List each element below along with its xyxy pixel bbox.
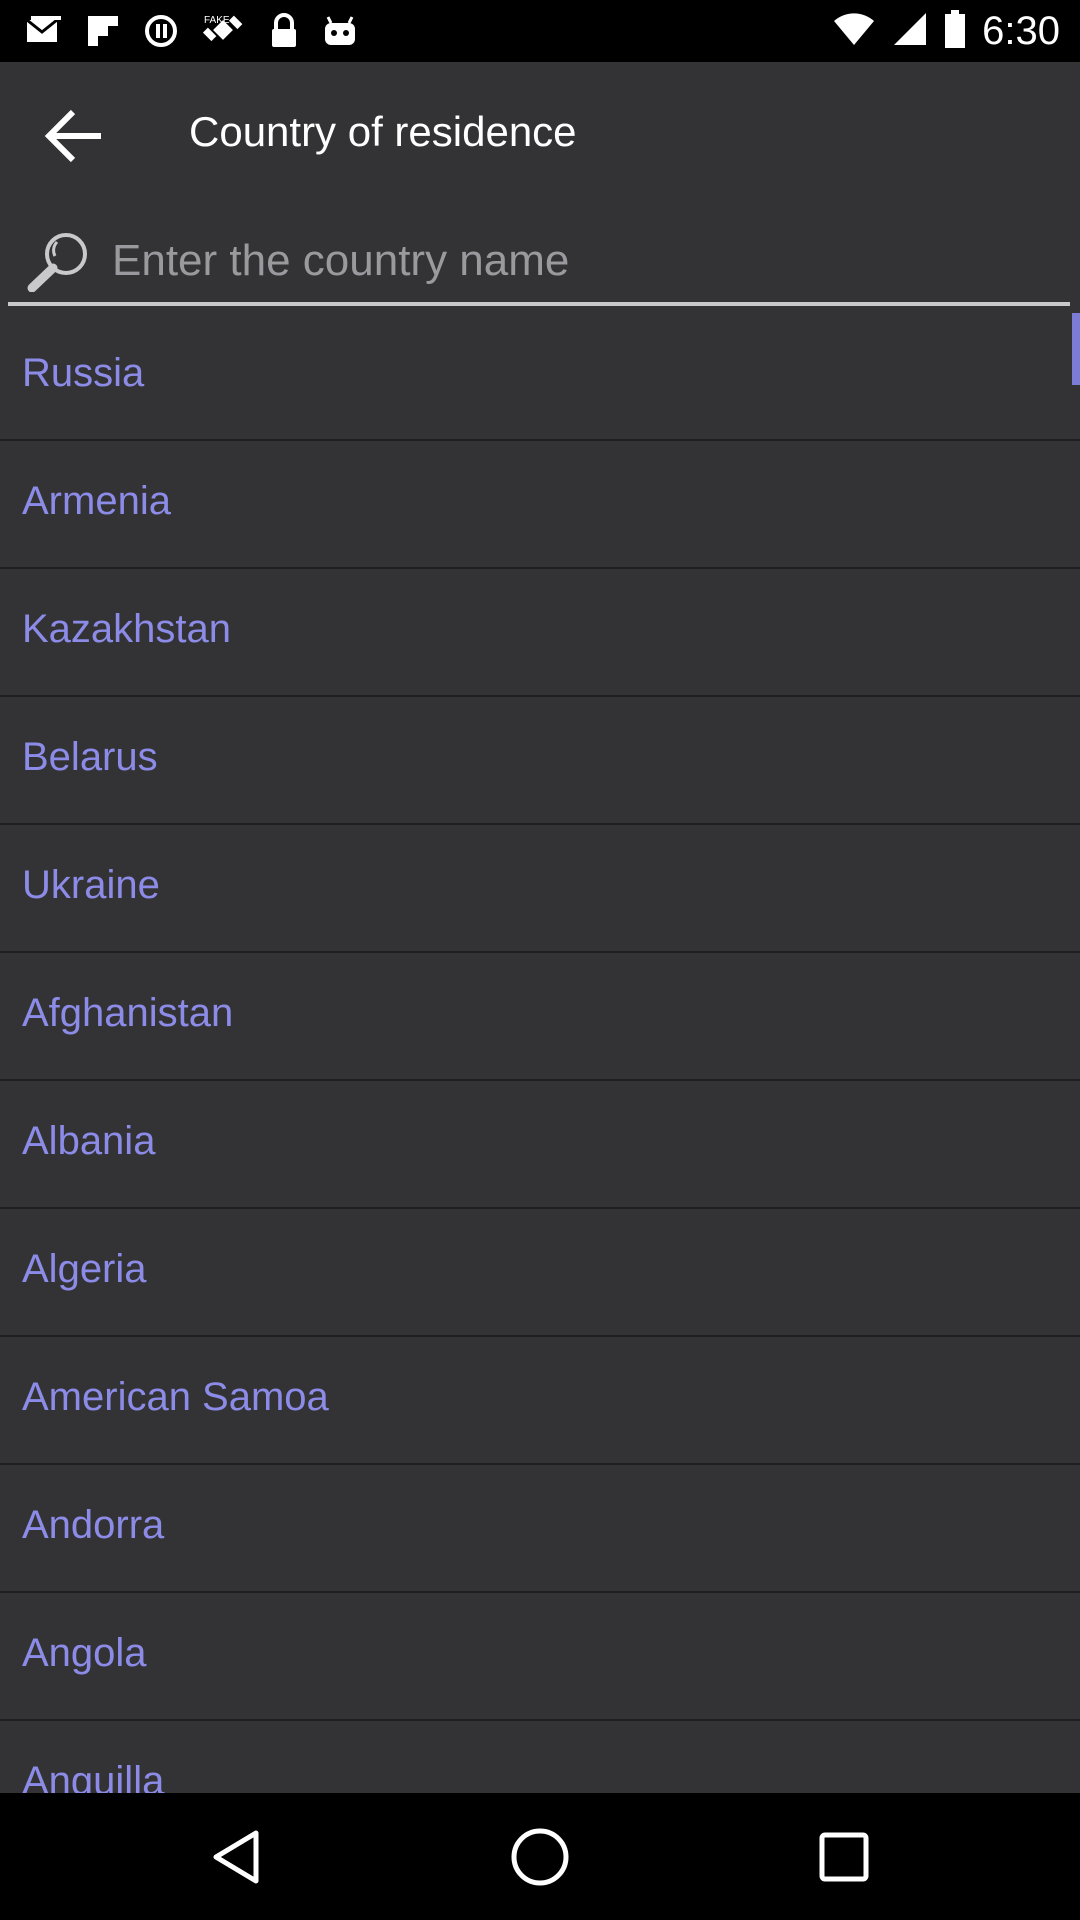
circle-status-icon [144, 14, 178, 48]
country-label: Angola [22, 1631, 147, 1675]
battery-icon [944, 9, 966, 53]
list-item-afghanistan[interactable]: Afghanistan [0, 953, 1080, 1081]
arrow-left-icon [44, 109, 101, 163]
country-label: Kazakhstan [22, 607, 232, 651]
list-item-kazakhstan[interactable]: Kazakhstan [0, 569, 1080, 697]
list-item-angola[interactable]: Angola [0, 1593, 1080, 1721]
country-label: Belarus [22, 735, 158, 779]
back-button[interactable] [30, 98, 116, 174]
fake-gps-label: FAKE [204, 15, 230, 26]
nav-home-button[interactable] [504, 1821, 576, 1893]
recents-square-icon [819, 1832, 869, 1882]
home-circle-icon [511, 1828, 569, 1886]
country-label: Anguilla [22, 1759, 165, 1793]
status-system-icons: 6:30 [832, 8, 1060, 54]
satellite-fake-gps-icon: FAKE [202, 11, 246, 51]
status-bar: FAKE 6:30 [0, 0, 1080, 62]
search-input[interactable] [112, 222, 1052, 300]
country-label: Armenia [22, 479, 171, 523]
scrollbar-thumb[interactable] [1072, 313, 1080, 385]
nav-back-button[interactable] [200, 1821, 272, 1893]
android-robot-icon [322, 15, 358, 47]
search-icon [26, 230, 92, 293]
list-item-andorra[interactable]: Andorra [0, 1465, 1080, 1593]
nav-recents-button[interactable] [808, 1821, 880, 1893]
search-field[interactable] [8, 222, 1070, 306]
country-list[interactable]: Russia Armenia Kazakhstan Belarus Ukrain… [0, 313, 1080, 1793]
country-label: Afghanistan [22, 991, 234, 1035]
status-notification-icons: FAKE [26, 10, 358, 52]
country-label: Ukraine [22, 863, 160, 907]
country-label: Algeria [22, 1247, 147, 1291]
list-item-algeria[interactable]: Algeria [0, 1209, 1080, 1337]
wifi-icon [832, 11, 876, 52]
list-item-ukraine[interactable]: Ukraine [0, 825, 1080, 953]
country-label: Russia [22, 351, 145, 395]
page-title: Country of residence [189, 108, 577, 155]
country-label: Andorra [22, 1503, 165, 1547]
list-item-armenia[interactable]: Armenia [0, 441, 1080, 569]
lock-icon [270, 13, 298, 49]
app-toolbar: Country of residence [0, 62, 1080, 210]
flipboard-icon [86, 14, 120, 48]
list-item-russia[interactable]: Russia [0, 313, 1080, 441]
mail-icon [26, 16, 62, 46]
status-clock: 6:30 [982, 8, 1060, 53]
country-label: Albania [22, 1119, 156, 1163]
back-triangle-icon [213, 1830, 259, 1884]
country-label: American Samoa [22, 1375, 329, 1419]
list-item-albania[interactable]: Albania [0, 1081, 1080, 1209]
list-item-anguilla[interactable]: Anguilla [0, 1721, 1080, 1793]
list-item-belarus[interactable]: Belarus [0, 697, 1080, 825]
system-nav-bar [0, 1793, 1080, 1920]
list-item-american-samoa[interactable]: American Samoa [0, 1337, 1080, 1465]
signal-icon [892, 11, 928, 52]
